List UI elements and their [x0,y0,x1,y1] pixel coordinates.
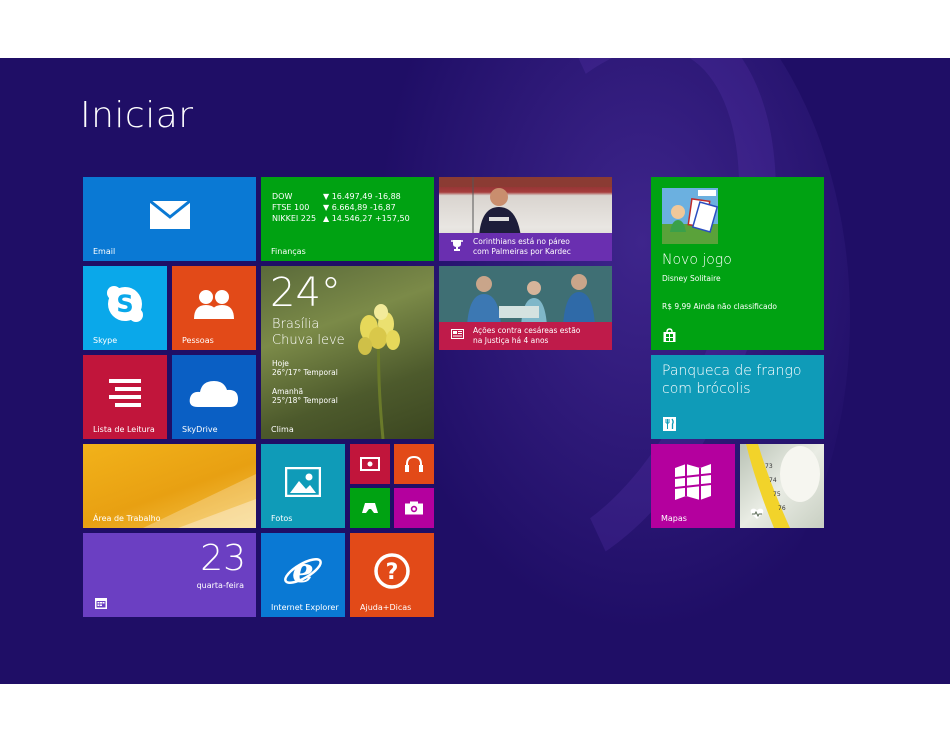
finance-arrow: ▲ [323,214,330,223]
calendar-weekday: quarta-feira [196,581,244,590]
people-icon [194,289,234,319]
reading-list-icon [109,378,141,407]
camera-tile[interactable] [394,488,434,528]
food-title-2: com brócolis [662,381,751,397]
music-tile[interactable] [394,444,434,484]
store-app-name: Disney Solitaire [662,274,721,283]
finance-row-name: DOW [272,192,293,201]
finance-change: -16,87 [369,203,396,212]
finance-change: +157,50 [374,214,410,223]
reading-list-label: Lista de Leitura [93,425,155,434]
trophy-icon [451,240,463,251]
people-tile[interactable]: Pessoas [172,266,256,350]
maps-label: Mapas [661,514,687,523]
people-label: Pessoas [182,336,214,345]
weather-tomorrow-label: Amanhã [272,387,304,396]
sports-headline-2: com Palmeiras por Kardec [473,247,571,256]
health-headline-2: na Justiça há 4 anos [473,336,549,345]
desktop-label: Área de Trabalho [93,514,161,523]
finance-change: -16,88 [374,192,401,201]
svg-text:S: S [116,290,133,318]
weather-temperature: 24° [270,270,341,316]
sports-caption: Corinthians está no páreo com Palmeiras … [439,233,612,261]
skype-label: Skype [93,336,118,345]
svg-text:73: 73 [765,463,773,470]
health-fitness-tile[interactable]: 73 74 75 76 [740,444,824,528]
svg-text:75: 75 [773,491,781,498]
svg-text:74: 74 [769,477,777,484]
finance-row-name: NIKKEI 225 [272,214,317,223]
gamepad-icon [362,503,378,513]
finance-row-name: FTSE 100 [272,203,310,212]
finance-value: 14.546,27 [331,214,373,223]
headphones-icon [405,455,423,472]
start-title: Iniciar [80,95,194,136]
maps-tile[interactable]: Mapas [651,444,735,528]
store-icon [663,328,676,342]
finance-label: Finanças [271,247,306,256]
weather-condition: Chuva leve [272,333,345,348]
health-tile[interactable]: Ações contra cesáreas estão na Justiça h… [439,266,612,350]
skype-tile[interactable]: S Skype [83,266,167,350]
finance-values: ▼ 16.497,49 -16,88 ▼ 6.664,89 -16,87 ▲ 1… [323,191,410,224]
calendar-icon [95,598,107,609]
health-caption: Ações contra cesáreas estão na Justiça h… [439,322,612,350]
photos-tile[interactable]: Fotos [261,444,345,528]
health-headline-1: Ações contra cesáreas estão [473,326,581,335]
start-screen: Iniciar Email S Skype Pessoas Lista de L [0,58,950,684]
cloud-icon [189,380,238,407]
finance-arrow: ▼ [323,203,330,212]
games-tile[interactable] [350,488,390,528]
video-icon [360,457,380,471]
svg-text:76: 76 [778,505,786,512]
finance-value: 6.664,89 [331,203,368,212]
weather-tile[interactable]: 24° Brasília Chuva leve Hoje 26°/17° Tem… [261,266,434,439]
weather-tomorrow: 25°/18° Temporal [272,396,338,405]
skype-icon: S [107,285,143,322]
camera-icon [405,501,423,515]
internet-explorer-tile[interactable]: e Internet Explorer [261,533,345,617]
desktop-tile[interactable]: Área de Trabalho [83,444,256,528]
finance-names: DOW FTSE 100 NIKKEI 225 [272,191,316,224]
reading-list-tile[interactable]: Lista de Leitura [83,355,167,439]
weather-label: Clima [271,425,294,434]
food-tile[interactable]: Panqueca de frango com brócolis [651,355,824,439]
game-thumbnail [662,188,718,244]
weather-city: Brasília [272,317,320,332]
mail-tile[interactable]: Email [83,177,256,261]
internet-explorer-label: Internet Explorer [271,603,339,612]
video-tile[interactable] [350,444,390,484]
fork-knife-icon [663,417,676,431]
help-icon: ? [374,553,410,589]
skydrive-label: SkyDrive [182,425,218,434]
photo-icon [285,466,321,497]
store-title: Novo jogo [662,252,732,268]
store-tile[interactable]: Novo jogo Disney Solitaire R$ 9,99 Ainda… [651,177,824,350]
mail-label: Email [93,247,116,256]
map-icon [674,463,712,500]
svg-text:?: ? [386,560,399,585]
weather-today: 26°/17° Temporal [272,368,338,377]
internet-explorer-icon: e [284,551,322,591]
store-price: R$ 9,99 Ainda não classificado [662,302,777,311]
mail-icon [148,199,191,229]
news-icon [451,329,464,339]
finance-tile[interactable]: DOW FTSE 100 NIKKEI 225 ▼ 16.497,49 -16,… [261,177,434,261]
help-label: Ajuda+Dicas [360,603,412,612]
help-tile[interactable]: ? Ajuda+Dicas [350,533,434,617]
calendar-tile[interactable]: 23 quarta-feira [83,533,256,617]
calendar-day: 23 [200,538,246,579]
skydrive-tile[interactable]: SkyDrive [172,355,256,439]
photos-label: Fotos [271,514,293,523]
weather-today-label: Hoje [272,359,289,368]
sports-headline-1: Corinthians está no páreo [473,237,570,246]
sports-tile[interactable]: Corinthians está no páreo com Palmeiras … [439,177,612,261]
food-title-1: Panqueca de frango [662,363,802,379]
heart-rate-icon [750,508,764,519]
finance-arrow: ▼ [323,192,330,201]
svg-text:e: e [292,551,314,591]
finance-value: 16.497,49 [331,192,373,201]
